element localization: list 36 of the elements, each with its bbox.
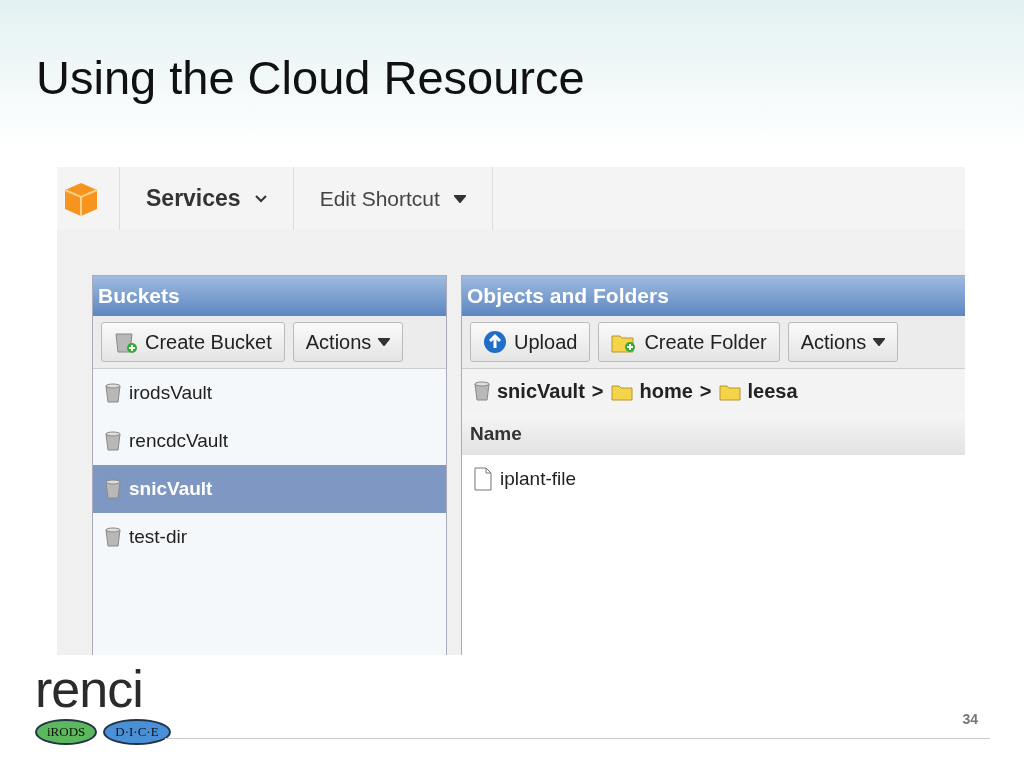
bucket-icon bbox=[474, 381, 490, 401]
cube-logo-icon bbox=[63, 180, 99, 217]
column-header[interactable]: Name bbox=[462, 413, 965, 455]
bucket-icon bbox=[105, 383, 121, 403]
nav-menu[interactable]: Services bbox=[142, 185, 271, 212]
logo-badge: iRODS bbox=[35, 719, 98, 745]
panel-title: Objects and Folders bbox=[462, 276, 965, 316]
nav-menu[interactable]: Edit Shortcut bbox=[315, 186, 470, 211]
toolbar-button[interactable]: Create Folder bbox=[598, 322, 780, 362]
breadcrumb-link[interactable]: leesa bbox=[747, 379, 798, 403]
slide-title: Using the Cloud Resource bbox=[36, 50, 585, 105]
bucket-icon bbox=[105, 527, 121, 547]
actions-dropdown[interactable]: Actions bbox=[292, 322, 404, 362]
bucket-icon bbox=[105, 431, 121, 451]
file-icon bbox=[474, 467, 492, 491]
bucket-item[interactable]: test-dir bbox=[93, 513, 446, 561]
bucket-item[interactable]: irodsVault bbox=[93, 369, 446, 417]
bucket-plus-icon bbox=[114, 330, 138, 354]
caret-icon bbox=[378, 338, 391, 346]
actions-dropdown[interactable]: Actions bbox=[787, 322, 899, 362]
toolbar-button[interactable]: Create Bucket bbox=[101, 322, 285, 362]
breadcrumb-separator: > bbox=[699, 379, 712, 403]
panel-title: Buckets bbox=[93, 276, 446, 316]
caret-icon bbox=[254, 194, 267, 203]
page-number: 34 bbox=[962, 711, 978, 727]
breadcrumb-link[interactable]: snicVault bbox=[497, 379, 585, 403]
caret-icon bbox=[453, 194, 466, 203]
caret-icon bbox=[873, 338, 886, 346]
file-name[interactable]: iplant-file bbox=[500, 468, 577, 490]
logo-badge: D·I·C·E bbox=[103, 719, 171, 745]
toolbar-button[interactable]: Upload bbox=[470, 322, 591, 362]
bucket-icon bbox=[105, 479, 121, 499]
bucket-item[interactable]: rencdcVault bbox=[93, 417, 446, 465]
logo-wordmark: renci bbox=[35, 663, 143, 715]
breadcrumb-link[interactable]: home bbox=[639, 379, 693, 403]
breadcrumb-separator: > bbox=[591, 379, 604, 403]
